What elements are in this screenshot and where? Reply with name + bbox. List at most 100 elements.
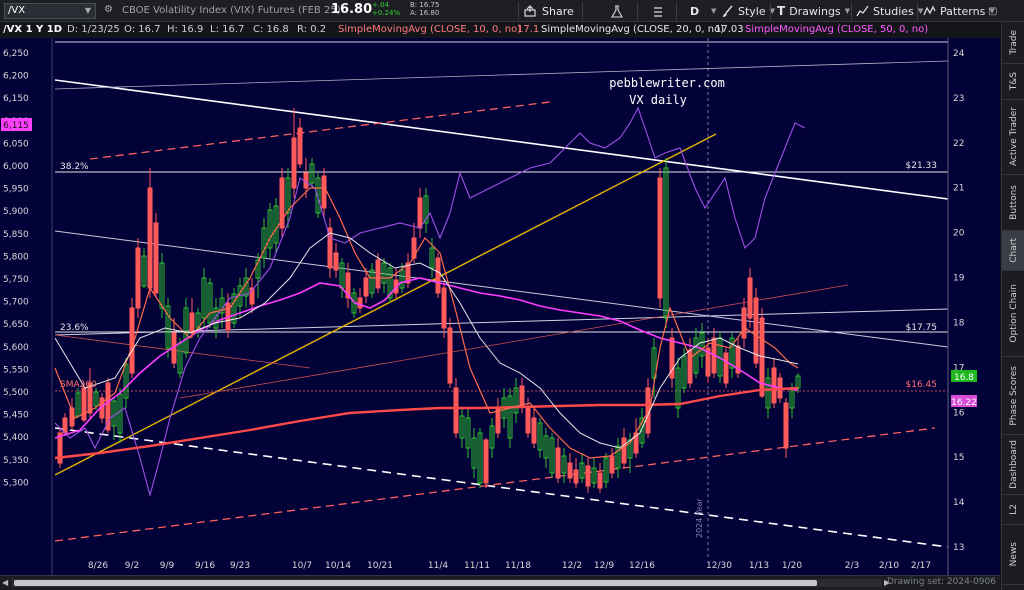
date-axis-tick: 2/3 <box>845 561 859 571</box>
chevron-down-icon: ▼ <box>844 7 851 15</box>
header-date: D: 1/23/25 <box>67 24 120 35</box>
tab-l2[interactable]: L2 <box>1002 495 1024 525</box>
candle-body <box>363 277 369 297</box>
candle-body <box>189 312 195 334</box>
candle-body <box>453 387 459 434</box>
studies-button[interactable]: Studies ▼ <box>856 3 923 19</box>
left-axis-tick: 6,050 <box>3 139 29 149</box>
left-axis-tick: 5,300 <box>3 478 29 488</box>
link-icon[interactable]: ⚙ <box>104 4 113 15</box>
horizontal-scrollbar[interactable]: ◀ ▶ Drawing set: 2024-0906 <box>0 575 1000 590</box>
candle-body <box>783 402 789 449</box>
period-dropdown[interactable]: ▼ <box>711 3 716 19</box>
candle-body <box>153 222 159 294</box>
candle-body <box>147 187 153 289</box>
right-axis-tick: 16 <box>953 408 965 418</box>
patterns-button[interactable]: Patterns ▼ <box>923 3 995 19</box>
tab-active-trader[interactable]: Active Trader <box>1002 100 1024 175</box>
lower-support-line <box>54 427 949 548</box>
drawings-label: Drawings <box>789 4 841 18</box>
period-button[interactable]: D <box>690 3 699 19</box>
expand-button[interactable]: ▢ <box>988 3 997 19</box>
drawings-button[interactable]: T Drawings ▼ <box>777 3 850 19</box>
tab-chart[interactable]: Chart <box>1002 231 1024 271</box>
scroll-thumb[interactable] <box>14 580 817 586</box>
date-axis-tick: 12/9 <box>594 561 614 571</box>
scroll-left-icon[interactable]: ◀ <box>2 578 8 587</box>
tab-news[interactable]: News <box>1002 525 1024 585</box>
tab-dashboard-label: Dashboard <box>1008 440 1019 489</box>
price-chart[interactable]: pebblewriter.com VX daily 38.2% 23.6% SM… <box>0 38 1000 575</box>
tab-trade[interactable]: Trade <box>1002 22 1024 64</box>
date-axis-tick: 11/18 <box>505 561 531 571</box>
symbol-description: CBOE Volatility Index (VIX) Futures (FEB… <box>122 5 341 16</box>
candle-body <box>297 127 303 165</box>
last-price: 16.80 <box>331 2 373 17</box>
app-window: /VX ▼ ⚙ CBOE Volatility Index (VIX) Futu… <box>0 0 1024 590</box>
candle-body <box>357 297 363 309</box>
share-icon <box>524 5 536 17</box>
left-axis-tick: 5,350 <box>3 456 29 466</box>
collapse-icon: ▢ <box>988 5 998 17</box>
chevron-down-icon[interactable]: ▼ <box>82 5 94 17</box>
left-axis-tick: 5,550 <box>3 365 29 375</box>
patterns-icon <box>923 5 936 16</box>
fib-38-label: 38.2% <box>60 162 89 172</box>
header-open: O: 16.7 <box>124 24 161 35</box>
candles-layer <box>57 108 801 493</box>
drawing-layer[interactable] <box>54 41 949 548</box>
right-axis-tick: 20 <box>953 229 965 239</box>
candle-body <box>567 462 573 479</box>
tab-option-chain[interactable]: Option Chain <box>1002 271 1024 357</box>
tab-phase-scores-label: Phase Scores <box>1008 365 1019 426</box>
right-axis-tick: 22 <box>953 139 964 149</box>
tab-time-sales[interactable]: T&S <box>1002 64 1024 100</box>
candle-body <box>519 385 525 407</box>
left-axis-tick: 6,150 <box>3 94 29 104</box>
left-axis-tick: 6,250 <box>3 49 29 59</box>
level-1775-label: $17.75 <box>906 323 938 333</box>
left-axis-tick: 5,650 <box>3 320 29 330</box>
header-sma10-value: 17.1 <box>517 24 540 35</box>
tab-news-label: News <box>1008 542 1019 567</box>
candle-body <box>441 287 447 329</box>
mid-trend-line <box>54 230 949 348</box>
date-axis-tick: 2/10 <box>879 561 899 571</box>
lower-channel-red <box>54 427 936 542</box>
text-tool-icon: T <box>777 4 786 18</box>
style-label: Style <box>738 4 766 18</box>
tab-phase-scores[interactable]: Phase Scores <box>1002 357 1024 435</box>
date-axis-tick: 12/16 <box>629 561 655 571</box>
candle-body <box>753 297 759 364</box>
right-axis-tick: 21 <box>953 184 964 194</box>
header-sma10-label[interactable]: SimpleMovingAvg (CLOSE, 10, 0, no) <box>338 24 521 35</box>
tab-buttons[interactable]: Buttons <box>1002 175 1024 231</box>
right-axis-tick: 23 <box>953 94 964 104</box>
sma200-line <box>54 386 799 460</box>
share-button[interactable]: Share <box>524 3 574 19</box>
symbol-input[interactable]: /VX ▼ <box>4 3 96 19</box>
chart-canvas[interactable]: pebblewriter.com VX daily 38.2% 23.6% SM… <box>0 38 1000 575</box>
date-axis-tick: 10/21 <box>367 561 393 571</box>
symbol-text: /VX <box>8 5 26 16</box>
toolbar-divider <box>582 2 583 20</box>
fib-23-label: 23.6% <box>60 323 89 333</box>
header-sma50-label[interactable]: SimpleMovingAvg (CLOSE, 50, 0, no) <box>745 24 928 35</box>
candle-body <box>129 307 135 374</box>
chart-header: /VX 1 Y 1D D: 1/23/25 O: 16.7 H: 16.9 L:… <box>0 22 1000 38</box>
tab-dashboard[interactable]: Dashboard <box>1002 435 1024 495</box>
compare-button[interactable] <box>652 3 664 19</box>
date-axis-tick: 12/2 <box>562 561 582 571</box>
level-1645-label: $16.45 <box>906 380 938 390</box>
flask-button[interactable] <box>611 3 623 19</box>
header-sma20-label[interactable]: SimpleMovingAvg (CLOSE, 20, 0, no) <box>541 24 724 35</box>
candle-body <box>321 175 327 209</box>
header-symbol[interactable]: /VX 1 Y 1D <box>3 24 62 35</box>
tab-buttons-label: Buttons <box>1008 185 1019 220</box>
upper-resistance-line <box>54 79 949 200</box>
candle-body <box>483 439 489 484</box>
left-axis-tick: 5,850 <box>3 230 29 240</box>
left-axis-tick: 5,800 <box>3 252 29 262</box>
chevron-down-icon: ▼ <box>711 7 717 15</box>
style-button[interactable]: Style ▼ <box>721 3 775 19</box>
